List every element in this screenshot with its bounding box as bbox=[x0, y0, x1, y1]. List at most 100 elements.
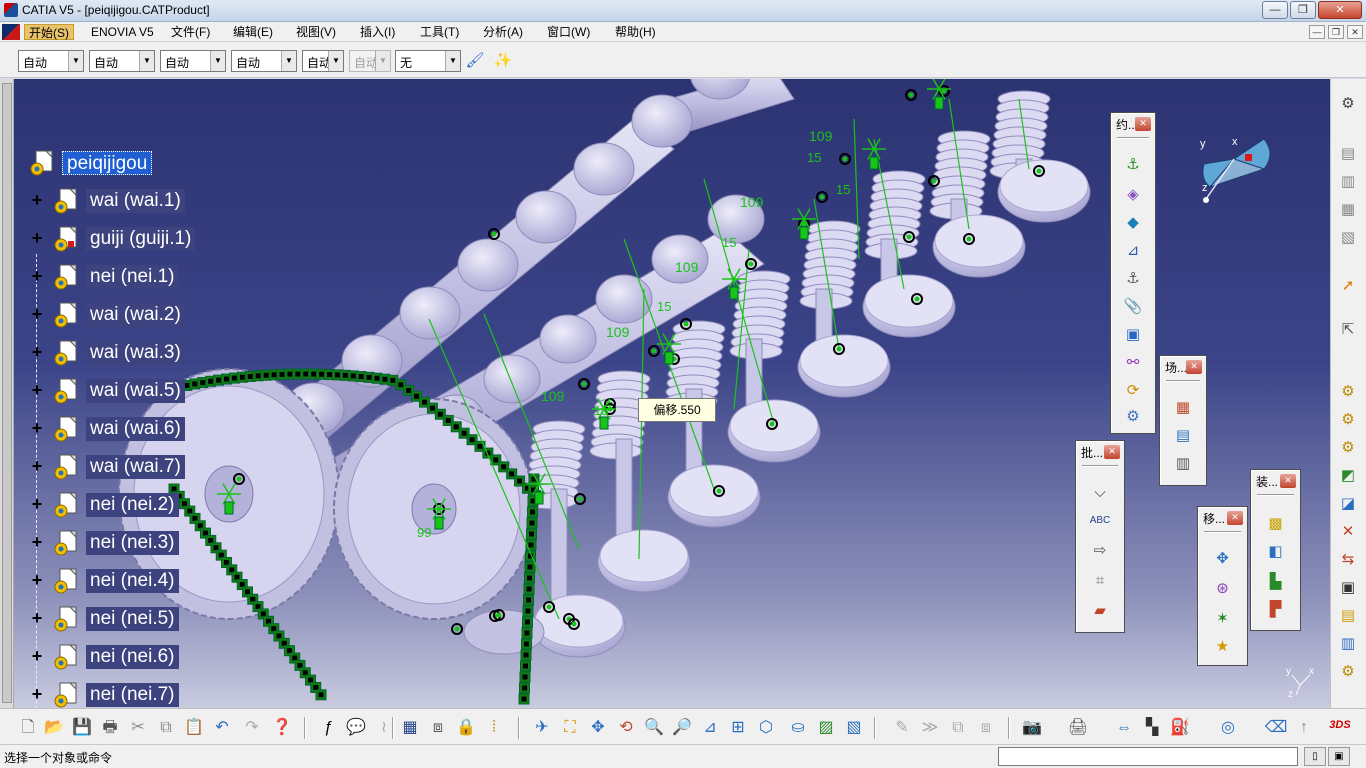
close-icon[interactable]: ✕ bbox=[1186, 360, 1202, 374]
section-icon[interactable]: ⇆ bbox=[1337, 549, 1359, 571]
catia-logo-icon[interactable] bbox=[2, 24, 20, 40]
layer-combo[interactable]: 无 ▼ bbox=[395, 50, 461, 72]
tree-node-label[interactable]: wai (wai.2) bbox=[86, 303, 185, 327]
tree-node-label[interactable]: wai (wai.7) bbox=[86, 455, 185, 479]
paste-icon[interactable]: 📋 bbox=[182, 716, 206, 740]
tree-node-label[interactable]: nei (nei.1) bbox=[86, 265, 179, 289]
new-part-icon[interactable]: ▙ bbox=[1264, 570, 1288, 594]
coincidence-icon[interactable]: ◈ bbox=[1121, 183, 1145, 207]
explode-icon[interactable]: ✶ bbox=[1211, 607, 1235, 631]
compass-widget[interactable]: y x z bbox=[1194, 129, 1294, 219]
3d-annotation-icon[interactable]: ⇨ bbox=[1088, 539, 1112, 563]
line-thickness-combo[interactable]: 自动 ▼ bbox=[160, 50, 226, 72]
flag-note-icon[interactable]: ⌵ bbox=[1088, 481, 1112, 505]
clash-icon[interactable]: ✕ bbox=[1337, 521, 1359, 543]
command-options-button[interactable]: ▣ bbox=[1328, 747, 1350, 766]
camera-icon[interactable]: 📷 bbox=[1020, 716, 1044, 740]
rotate-icon[interactable]: ⟲ bbox=[614, 716, 638, 740]
fly-mode-icon[interactable]: ✈ bbox=[530, 716, 554, 740]
angle-icon[interactable]: ⚓ bbox=[1121, 267, 1145, 291]
analysis-icon[interactable]: 🖨 bbox=[1066, 716, 1090, 740]
menu-help[interactable]: 帮助(H) bbox=[611, 24, 660, 40]
normal-view-icon[interactable]: ⊿ bbox=[698, 716, 722, 740]
iso-view-icon[interactable]: ⬡ bbox=[754, 716, 778, 740]
table-icon[interactable]: ▦ bbox=[398, 716, 422, 740]
toolbar-header[interactable]: 移... ✕ bbox=[1200, 509, 1245, 529]
expand-plus-icon[interactable]: + bbox=[28, 381, 46, 399]
clash-stop-icon[interactable]: ★ bbox=[1211, 635, 1235, 659]
replace-icon[interactable]: ◪ bbox=[1337, 493, 1359, 515]
close-icon[interactable]: ✕ bbox=[1104, 445, 1120, 459]
menu-file[interactable]: 文件(F) bbox=[167, 24, 214, 40]
redo-icon[interactable]: ↷ bbox=[240, 716, 264, 740]
toolbar-grip[interactable] bbox=[1166, 380, 1200, 382]
comment-icon[interactable]: 💬 bbox=[344, 716, 368, 740]
expand-plus-icon[interactable]: + bbox=[28, 609, 46, 627]
toolbar-header[interactable]: 批... ✕ bbox=[1078, 443, 1122, 463]
graph-tree-icon[interactable]: ⧈ bbox=[426, 716, 450, 740]
measure-icon[interactable]: ▰ bbox=[1088, 599, 1112, 623]
expand-plus-icon[interactable]: + bbox=[28, 571, 46, 589]
close-button[interactable]: ✕ bbox=[1318, 1, 1362, 19]
update-icon[interactable]: ⟳ bbox=[1121, 379, 1145, 403]
expand-plus-icon[interactable]: + bbox=[28, 267, 46, 285]
arrow-tool-icon[interactable]: ≫ bbox=[918, 716, 942, 740]
tree-node-label[interactable]: nei (nei.7) bbox=[86, 683, 179, 707]
maximize-button[interactable]: ❐ bbox=[1290, 1, 1316, 19]
expand-plus-icon[interactable]: + bbox=[28, 419, 46, 437]
menu-edit[interactable]: 编辑(E) bbox=[229, 24, 277, 40]
chevron-down-icon[interactable]: ▼ bbox=[139, 51, 154, 71]
group-tool-icon[interactable]: ⧉ bbox=[946, 716, 970, 740]
format-painter-icon[interactable]: 🖌 bbox=[464, 50, 486, 72]
expand-plus-icon[interactable]: + bbox=[28, 457, 46, 475]
doc-minimize-button[interactable]: — bbox=[1309, 25, 1325, 39]
select-arrow-icon[interactable]: ➚ bbox=[1337, 275, 1359, 297]
whats-this-icon[interactable]: ❓ bbox=[270, 716, 294, 740]
undo-icon[interactable]: ↶ bbox=[210, 716, 234, 740]
doc-restore-button[interactable]: ❐ bbox=[1328, 25, 1344, 39]
expand-plus-icon[interactable]: + bbox=[28, 229, 46, 247]
scene-apply-icon[interactable]: ▤ bbox=[1171, 424, 1195, 448]
swap-space-icon[interactable]: ▧ bbox=[842, 716, 866, 740]
menu-insert[interactable]: 插入(I) bbox=[356, 24, 399, 40]
close-icon[interactable]: ✕ bbox=[1135, 117, 1151, 131]
bom-icon[interactable]: ▣ bbox=[1337, 577, 1359, 599]
scene-browser-icon[interactable]: ▥ bbox=[1171, 452, 1195, 476]
fix-together-icon[interactable]: 📎 bbox=[1121, 295, 1145, 319]
open-icon[interactable]: 📂 bbox=[42, 716, 66, 740]
shading-icon[interactable]: ⛀ bbox=[786, 716, 810, 740]
command-input[interactable] bbox=[998, 747, 1298, 766]
quick-constraint-icon[interactable]: ▣ bbox=[1121, 323, 1145, 347]
select-mode-icon[interactable]: ⇱ bbox=[1337, 319, 1359, 341]
print-icon[interactable]: 🖶 bbox=[98, 716, 122, 740]
toolbar-grip[interactable] bbox=[1082, 465, 1118, 467]
workbench-icon[interactable]: ⚙ bbox=[1337, 93, 1359, 115]
tree-node-label[interactable]: nei (nei.2) bbox=[86, 493, 179, 517]
new-component-icon[interactable]: ▛ bbox=[1264, 598, 1288, 622]
formula-icon[interactable]: ƒ bbox=[316, 716, 340, 740]
offset-icon[interactable]: ⊿ bbox=[1121, 239, 1145, 263]
toolbar-header[interactable]: 场... ✕ bbox=[1162, 358, 1204, 378]
expand-plus-icon[interactable]: + bbox=[28, 533, 46, 551]
reuse-pattern-icon[interactable]: ⚙ bbox=[1337, 437, 1359, 459]
toolbar-grip[interactable] bbox=[1204, 531, 1241, 533]
knowledge-icon[interactable]: ⦙ bbox=[482, 716, 506, 740]
hide-show-icon[interactable]: ▨ bbox=[814, 716, 838, 740]
tree-node-label[interactable]: wai (wai.3) bbox=[86, 341, 185, 365]
numbering-icon[interactable]: ▥ bbox=[1337, 633, 1359, 655]
command-history-button[interactable]: ▯ bbox=[1304, 747, 1326, 766]
menu-start[interactable]: 开始(S) bbox=[24, 24, 74, 40]
measure-between-icon[interactable]: ⇔ bbox=[1112, 716, 1136, 740]
product-icon[interactable]: ▥ bbox=[1337, 171, 1359, 193]
tree-node-label[interactable]: wai (wai.6) bbox=[86, 417, 185, 441]
eraser-icon[interactable]: ⌫ bbox=[1264, 716, 1288, 740]
text-annotation-icon[interactable]: ABC bbox=[1088, 509, 1112, 533]
zoom-out-icon[interactable]: 🔎 bbox=[670, 716, 694, 740]
color-combo[interactable]: 自动 ▼ bbox=[18, 50, 84, 72]
multi-view-icon[interactable]: ⊞ bbox=[726, 716, 750, 740]
expand-plus-icon[interactable]: + bbox=[28, 685, 46, 703]
minimize-button[interactable]: — bbox=[1262, 1, 1288, 19]
expand-plus-icon[interactable]: + bbox=[28, 647, 46, 665]
tree-node-label[interactable]: nei (nei.3) bbox=[86, 531, 179, 555]
ungroup-tool-icon[interactable]: ⧈ bbox=[974, 716, 998, 740]
